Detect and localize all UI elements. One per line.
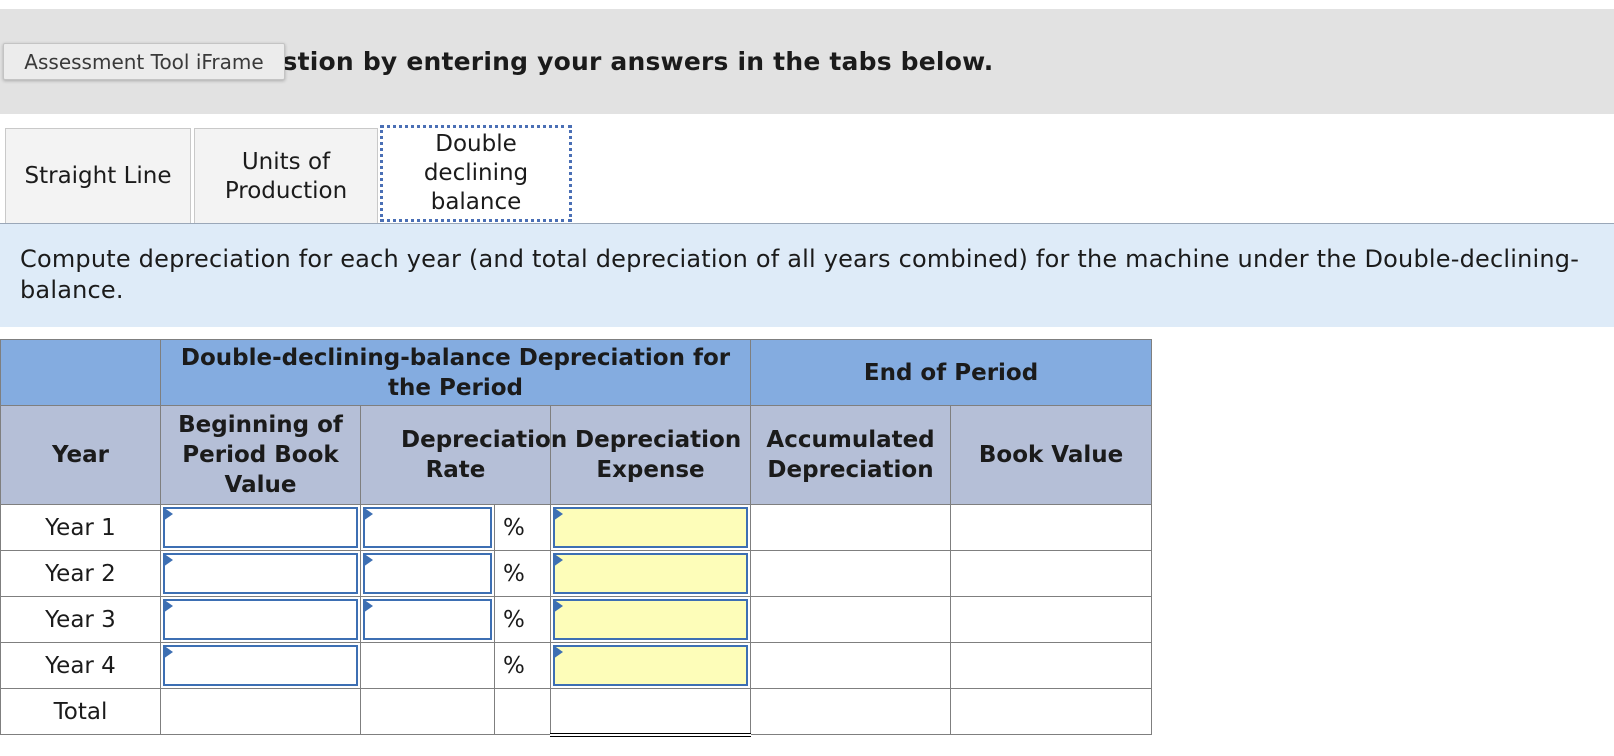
depreciation-rate-input[interactable] <box>363 553 492 594</box>
table-row-total: Total <box>0 688 1153 737</box>
iframe-tooltip: Assessment Tool iFrame <box>3 43 285 80</box>
book-value-cell <box>950 596 1153 643</box>
percent-symbol: % <box>494 504 551 551</box>
input-marker-icon <box>163 507 173 521</box>
book-value-cell <box>950 504 1153 551</box>
input-marker-icon <box>363 553 373 567</box>
book-value-cell <box>950 642 1153 689</box>
year-label: Year 4 <box>0 642 161 689</box>
input-marker-icon <box>163 645 173 659</box>
percent-symbol: % <box>494 550 551 597</box>
input-marker-icon <box>553 553 563 567</box>
beginning-book-value-input[interactable] <box>163 645 358 686</box>
table-row: Year 4 % <box>0 642 1153 689</box>
depreciation-expense-input[interactable] <box>553 553 749 594</box>
accumulated-depreciation-cell <box>750 504 952 551</box>
col-header-depreciation-rate: Depreciation Rate <box>360 405 567 505</box>
total-book-value-cell <box>950 688 1153 735</box>
year-label: Year 3 <box>0 596 161 643</box>
col-header-accumulated-depreciation: Accumulated Depreciation <box>750 405 952 505</box>
year-label: Year 1 <box>0 504 161 551</box>
col-header-beginning-book-value: Beginning of Period Book Value <box>160 405 361 505</box>
book-value-cell <box>950 550 1153 597</box>
beginning-book-value-input[interactable] <box>163 553 358 594</box>
year-label: Year 2 <box>0 550 161 597</box>
beginning-book-value-input[interactable] <box>163 507 358 548</box>
input-marker-icon <box>553 507 563 521</box>
col-header-book-value: Book Value <box>950 405 1153 505</box>
input-marker-icon <box>363 599 373 613</box>
total-depreciation-expense-cell <box>549 688 752 737</box>
beginning-book-value-input[interactable] <box>163 599 358 640</box>
depreciation-expense-input[interactable] <box>553 645 749 686</box>
input-marker-icon <box>163 599 173 613</box>
tab-label: Double declining balance <box>423 131 529 215</box>
input-marker-icon <box>553 599 563 613</box>
corner-header <box>0 339 161 406</box>
tab-label: Units of Production <box>224 148 348 204</box>
instruction-panel: Compute depreciation for each year (and … <box>0 224 1614 327</box>
col-header-year: Year <box>0 405 161 505</box>
accumulated-depreciation-cell <box>750 550 952 597</box>
input-marker-icon <box>553 645 563 659</box>
input-marker-icon <box>163 553 173 567</box>
total-percent-cell <box>494 688 551 735</box>
end-of-period-header: End of Period <box>750 339 1153 406</box>
tab-double-declining-balance[interactable]: Double declining balance <box>380 125 572 222</box>
input-marker-icon <box>363 507 373 521</box>
accumulated-depreciation-cell <box>750 596 952 643</box>
total-label: Total <box>0 688 161 735</box>
depreciation-rate-cell <box>360 642 495 689</box>
total-beginning-book-value-cell <box>160 688 361 735</box>
depreciation-rate-input[interactable] <box>363 599 492 640</box>
accumulated-depreciation-cell <box>750 642 952 689</box>
total-rate-cell <box>360 688 495 735</box>
percent-symbol: % <box>494 596 551 643</box>
period-group-header: Double-declining-balance Depreciation fo… <box>159 339 752 406</box>
tab-label: Straight Line <box>24 163 172 189</box>
tab-units-of-production[interactable]: Units of Production <box>194 128 378 224</box>
table-row: Year 1 % <box>0 504 1153 551</box>
tab-straight-line[interactable]: Straight Line <box>5 128 191 224</box>
depreciation-expense-input[interactable] <box>553 599 749 640</box>
depreciation-expense-input[interactable] <box>553 507 749 548</box>
col-header-depreciation-expense: Depreciation Expense <box>549 405 752 505</box>
table-row: Year 3 % <box>0 596 1153 643</box>
ddb-depreciation-table: Double-declining-balance Depreciation fo… <box>0 339 1153 737</box>
table-row: Year 2 % <box>0 550 1153 597</box>
depreciation-rate-input[interactable] <box>363 507 492 548</box>
percent-symbol: % <box>494 642 551 689</box>
total-accumulated-depreciation-cell <box>750 688 952 735</box>
